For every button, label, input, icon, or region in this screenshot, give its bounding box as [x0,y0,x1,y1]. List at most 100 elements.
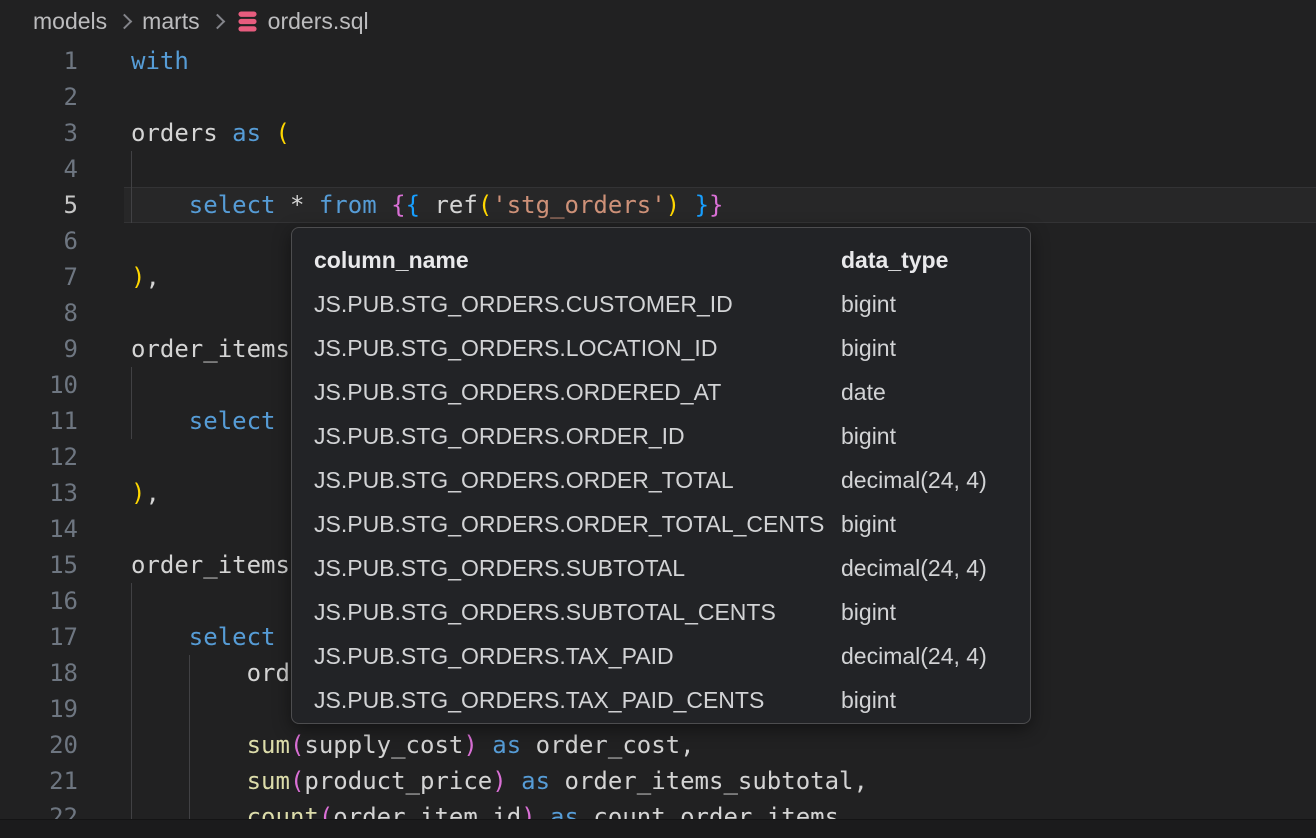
popup-cell-data-type: bigint [841,291,896,318]
line-number[interactable]: 11 [0,403,124,439]
line-number[interactable]: 8 [0,295,124,331]
indent-guide [131,403,132,439]
popup-cell-data-type: bigint [841,599,896,626]
code-token [131,191,189,219]
code-token: select [189,407,276,435]
code-token [261,119,275,147]
popup-row: JS.PUB.STG_ORDERS.LOCATION_IDbigint [314,326,1030,370]
code-token: ord [131,659,290,687]
code-token [131,407,189,435]
code-token: ) [131,479,145,507]
code-token: } [695,191,709,219]
popup-cell-data-type: bigint [841,511,896,538]
code-token: { [391,191,405,219]
popup-row: JS.PUB.STG_ORDERS.ORDER_IDbigint [314,414,1030,458]
line-number[interactable]: 21 [0,763,124,799]
line-number[interactable]: 12 [0,439,124,475]
line-number[interactable]: 16 [0,583,124,619]
code-token: ( [290,731,304,759]
code-token [377,191,391,219]
popup-cell-column-name: JS.PUB.STG_ORDERS.TAX_PAID [314,643,841,670]
popup-cell-data-type: date [841,379,886,406]
popup-header-data-type: data_type [841,247,948,274]
popup-row: JS.PUB.STG_ORDERS.TAX_PAIDdecimal(24, 4) [314,634,1030,678]
indent-guide [131,151,132,187]
popup-row: JS.PUB.STG_ORDERS.SUBTOTAL_CENTSbigint [314,590,1030,634]
indent-guide [131,619,132,655]
line-number[interactable]: 2 [0,79,124,115]
code-token [478,731,492,759]
code-token: select [189,191,276,219]
code-token: ) [463,731,477,759]
line-number[interactable]: 13 [0,475,124,511]
code-line-content[interactable]: sum(supply_cost) as order_cost, [124,727,1316,763]
popup-cell-column-name: JS.PUB.STG_ORDERS.LOCATION_ID [314,335,841,362]
code-line-4[interactable]: 4 [0,151,1316,187]
line-number[interactable]: 10 [0,367,124,403]
breadcrumb: models marts orders.sql [0,0,1316,43]
breadcrumb-item-models[interactable]: models [33,8,107,35]
code-line-content[interactable]: sum(product_price) as order_items_subtot… [124,763,1316,799]
code-token: { [406,191,420,219]
code-token: , [145,479,159,507]
code-token: product_price [304,767,492,795]
code-token: order_cost, [521,731,694,759]
panel-edge [0,819,1316,838]
code-token: sum [247,731,290,759]
code-line-3[interactable]: 3orders as ( [0,115,1316,151]
line-number[interactable]: 6 [0,223,124,259]
code-line-content[interactable]: with [124,43,1316,79]
line-number[interactable]: 20 [0,727,124,763]
code-token: ref [434,191,477,219]
code-token: order_items [131,335,290,363]
line-number[interactable]: 18 [0,655,124,691]
popup-cell-column-name: JS.PUB.STG_ORDERS.ORDERED_AT [314,379,841,406]
line-number[interactable]: 14 [0,511,124,547]
code-line-2[interactable]: 2 [0,79,1316,115]
code-token: 'stg_orders' [492,191,665,219]
line-number[interactable]: 17 [0,619,124,655]
line-number[interactable]: 1 [0,43,124,79]
code-token: select [189,623,276,651]
breadcrumb-item-file[interactable]: orders.sql [235,8,369,35]
code-token: as [492,731,521,759]
code-token: , [145,263,159,291]
popup-cell-data-type: bigint [841,687,896,714]
code-token: ) [131,263,145,291]
popup-header-row: column_name data_type [314,238,1030,282]
popup-cell-data-type: bigint [841,335,896,362]
indent-guide [131,655,132,691]
code-line-21[interactable]: 21 sum(product_price) as order_items_sub… [0,763,1316,799]
indent-guide [189,763,190,799]
line-number[interactable]: 5 [0,187,124,223]
line-number[interactable]: 7 [0,259,124,295]
line-number[interactable]: 4 [0,151,124,187]
indent-guide [131,691,132,727]
code-token: ) [492,767,506,795]
code-token: orders [131,119,232,147]
code-token: order_items_subtotal, [550,767,868,795]
line-number[interactable]: 9 [0,331,124,367]
code-token [420,191,434,219]
database-icon [235,9,260,34]
indent-guide [189,727,190,763]
popup-cell-column-name: JS.PUB.STG_ORDERS.ORDER_ID [314,423,841,450]
line-number[interactable]: 3 [0,115,124,151]
code-token: * [276,191,319,219]
code-line-content[interactable] [124,151,1316,187]
code-line-1[interactable]: 1with [0,43,1316,79]
code-line-20[interactable]: 20 sum(supply_cost) as order_cost, [0,727,1316,763]
code-token: ( [290,767,304,795]
breadcrumb-item-marts[interactable]: marts [142,8,200,35]
chevron-right-icon [209,14,225,30]
popup-row: JS.PUB.STG_ORDERS.SUBTOTALdecimal(24, 4) [314,546,1030,590]
code-line-content[interactable]: select * from {{ ref('stg_orders') }} [124,187,1316,223]
line-number[interactable]: 15 [0,547,124,583]
popup-row: JS.PUB.STG_ORDERS.ORDER_TOTAL_CENTSbigin… [314,502,1030,546]
indent-guide [131,583,132,619]
line-number[interactable]: 19 [0,691,124,727]
code-token: sum [247,767,290,795]
code-line-content[interactable] [124,79,1316,115]
code-line-5[interactable]: 5 select * from {{ ref('stg_orders') }} [0,187,1316,223]
code-line-content[interactable]: orders as ( [124,115,1316,151]
